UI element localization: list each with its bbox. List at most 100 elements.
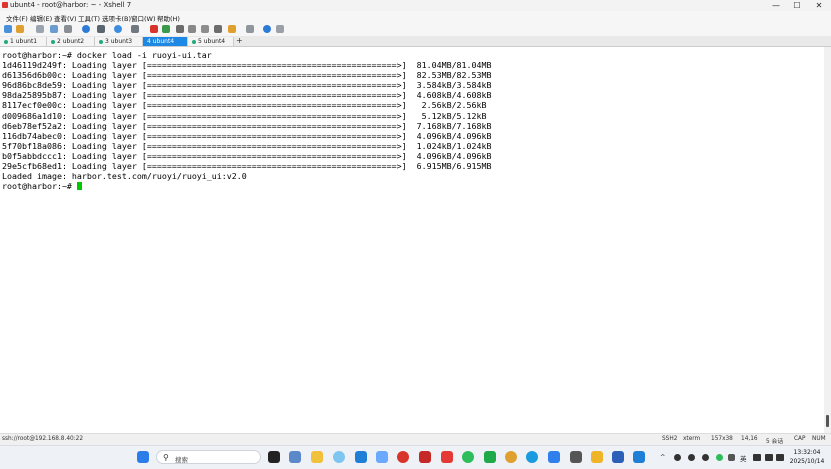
task-view-icon[interactable] — [268, 451, 280, 463]
terminal-line: d6eb78ef52a2: Loading layer [===========… — [2, 120, 492, 131]
chrome-icon[interactable] — [505, 451, 517, 463]
tab-ubunt4-2[interactable]: 5 ubunt4 — [188, 37, 234, 46]
help-icon[interactable] — [263, 25, 271, 33]
xshell-app-icon — [2, 2, 8, 8]
terminal-area[interactable]: root@harbor:~# docker load -i ruoyi-ui.t… — [0, 47, 824, 433]
tray-icon-2[interactable] — [688, 454, 695, 461]
close-button[interactable]: ✕ — [808, 0, 830, 11]
app-icon-5[interactable] — [484, 451, 496, 463]
layout-icon[interactable] — [246, 25, 254, 33]
terminal-line: 29e5cfb68ed1: Loading layer [===========… — [2, 161, 492, 172]
keyboard-icon[interactable] — [176, 25, 184, 33]
terminal-prompt: root@harbor:~# — [2, 181, 77, 192]
minimize-button[interactable]: — — [765, 0, 787, 11]
tab-ubunt2[interactable]: 2 ubunt2 — [47, 37, 95, 46]
transfer-icon[interactable] — [162, 25, 170, 33]
tray-icon-3[interactable] — [702, 454, 709, 461]
terminal-line: 8117ecf0e00c: Loading layer [===========… — [2, 100, 487, 111]
toolbar — [0, 22, 831, 37]
globe-icon[interactable] — [114, 25, 122, 33]
session-status-icon — [4, 39, 8, 44]
copy-icon[interactable] — [50, 25, 58, 33]
terminal-type-status: xterm — [683, 436, 701, 442]
terminal-scrollbar[interactable] — [824, 47, 831, 433]
xshell-taskbar-icon[interactable] — [397, 451, 409, 463]
terminal-line: 5f70bf18a086: Loading layer [===========… — [2, 140, 492, 151]
terminal-line: d009686a1d10: Loading layer [===========… — [2, 110, 487, 121]
maximize-button[interactable]: ☐ — [786, 0, 808, 11]
ime-indicator[interactable]: 英 — [740, 453, 747, 463]
new-tab-button[interactable]: + — [236, 36, 243, 46]
caps-lock-indicator: CAP — [794, 436, 806, 442]
lock-icon[interactable] — [188, 25, 196, 33]
terminal-size-status: 157x38 — [711, 436, 733, 442]
terminal-line: 116db74abec0: Loading layer [===========… — [2, 130, 492, 141]
windows-taskbar: ⚲ 搜索 ^ 英 13:32:04 2025/10/14 — [0, 445, 831, 469]
search-icon: ⚲ — [163, 453, 169, 462]
volume-icon[interactable] — [765, 454, 773, 461]
terminal-line: b0f5abbdccc1: Loading layer [===========… — [2, 150, 492, 161]
terminal-line: d61356d6b00c: Loading layer [===========… — [2, 70, 492, 81]
network-icon[interactable] — [753, 454, 761, 461]
vscode-icon[interactable] — [355, 451, 367, 463]
menu-bar: 文件(F) 编辑(E) 查看(V) 工具(T) 选项卡(B) 窗口(W) 帮助(… — [0, 11, 831, 23]
connection-string: ssh://root@192.168.8.40:22 — [2, 436, 84, 442]
folder-icon[interactable] — [228, 25, 236, 33]
terminal-line: 98da25895b87: Loading layer [===========… — [2, 90, 492, 101]
num-lock-indicator: NUM — [812, 436, 826, 442]
session-status-icon — [51, 39, 55, 44]
new-session-icon[interactable] — [4, 25, 12, 33]
app-icon-7[interactable] — [570, 451, 582, 463]
edge-icon[interactable] — [526, 451, 538, 463]
app-icon-4[interactable] — [441, 451, 453, 463]
tab-ubunt3[interactable]: 3 ubunt3 — [95, 37, 143, 46]
terminal-line: Loaded image: harbor.test.com/ruoyi/ruoy… — [2, 171, 247, 182]
disconnect-icon[interactable] — [36, 25, 44, 33]
terminal-output: root@harbor:~# docker load -i ruoyi-ui.t… — [2, 50, 492, 191]
paste-icon[interactable] — [64, 25, 72, 33]
scrollbar-thumb[interactable] — [826, 415, 829, 427]
word-icon[interactable] — [612, 451, 624, 463]
properties-icon[interactable] — [97, 25, 105, 33]
script-icon[interactable] — [131, 25, 139, 33]
wechat-icon[interactable] — [462, 451, 474, 463]
app-icon-3[interactable] — [419, 451, 431, 463]
tab-ubunt4[interactable]: 4 ubunt4 — [143, 37, 188, 46]
terminal-line: 1d46119d249f: Loading layer [===========… — [2, 60, 492, 71]
tray-icon-1[interactable] — [674, 454, 681, 461]
session-tab-bar: 1 ubunt1 2 ubunt2 3 ubunt3 4 ubunt4 5 ub… — [0, 36, 831, 47]
tray-overflow-icon[interactable]: ^ — [660, 453, 665, 461]
session-status-icon — [99, 39, 103, 44]
file-explorer-icon[interactable] — [311, 451, 323, 463]
taskbar-search-box[interactable]: ⚲ 搜索 — [156, 450, 261, 464]
search-placeholder: 搜索 — [175, 456, 188, 464]
highlight-icon[interactable] — [214, 25, 222, 33]
protocol-status: SSH2 — [662, 436, 678, 442]
start-menu-icon[interactable] — [137, 451, 149, 463]
app-icon-2[interactable] — [376, 451, 388, 463]
terminal-cursor — [76, 182, 82, 191]
app-icon-6[interactable] — [548, 451, 560, 463]
cursor-position-status: 14,16 — [741, 436, 758, 442]
app-icon-8[interactable] — [591, 451, 603, 463]
app-icon-1[interactable] — [333, 451, 345, 463]
find-icon[interactable] — [82, 25, 90, 33]
open-folder-icon[interactable] — [16, 25, 24, 33]
window-title: ubunt4 - root@harbor: ~ - Xshell 7 — [10, 1, 132, 9]
compose-icon[interactable] — [201, 25, 209, 33]
title-bar: ubunt4 - root@harbor: ~ - Xshell 7 — ☐ ✕ — [0, 0, 831, 11]
xftp-icon[interactable] — [150, 25, 158, 33]
tray-wechat-icon[interactable] — [716, 454, 723, 461]
session-count-status: 5 会话 — [766, 439, 784, 445]
chat-icon[interactable] — [276, 25, 284, 33]
tab-ubunt1[interactable]: 1 ubunt1 — [0, 37, 47, 46]
app-icon-9[interactable] — [633, 451, 645, 463]
terminal-line: 96d86bc8de59: Loading layer [===========… — [2, 80, 492, 91]
tray-icon-4[interactable] — [728, 454, 735, 461]
battery-icon[interactable] — [776, 454, 784, 461]
settings-icon[interactable] — [289, 451, 301, 463]
session-status-icon — [192, 39, 196, 44]
system-clock[interactable]: 13:32:04 2025/10/14 — [786, 448, 828, 466]
terminal-line: root@harbor:~# docker load -i ruoyi-ui.t… — [2, 50, 212, 60]
clock-date: 2025/10/14 — [789, 458, 825, 465]
